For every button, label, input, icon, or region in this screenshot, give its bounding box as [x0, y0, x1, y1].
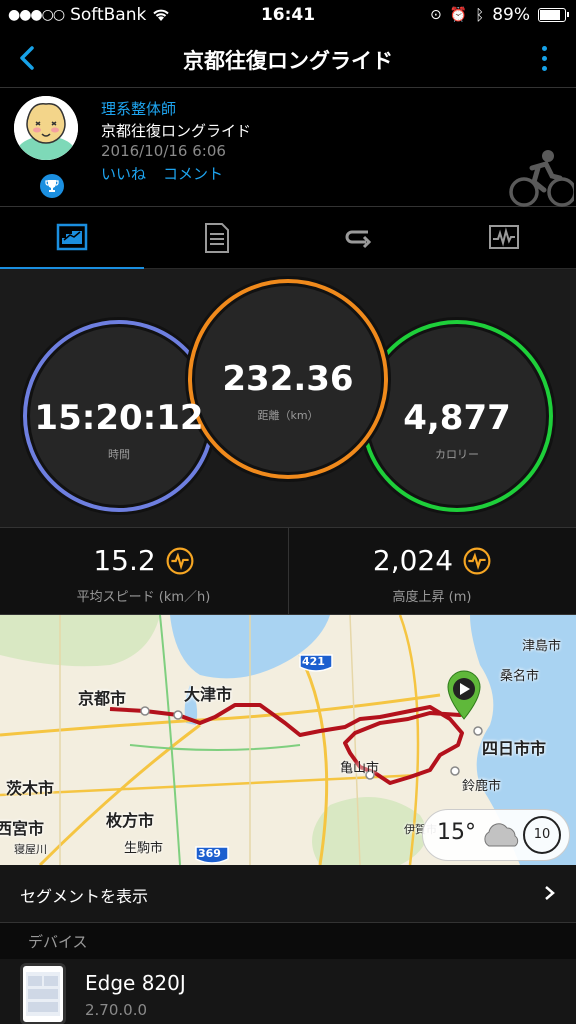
city-label: 枚方市 [106, 811, 155, 830]
insight-icon [166, 547, 194, 574]
chevron-right-icon [545, 886, 555, 900]
stats-row: 15.2 平均スピード (km／h) 2,024 高度上昇 (m) [0, 527, 576, 616]
tab-graphs[interactable] [432, 207, 576, 269]
metrics-panel: 15:20:12 時間 4,877 カロリー 232.36 距離（km） [0, 269, 576, 527]
avatar[interactable] [14, 96, 78, 160]
device-name: Edge 820J [85, 971, 186, 995]
city-label: 西宮市 [0, 819, 45, 838]
status-bar: ●●●○○ SoftBank 16:41 ⊙ ⏰ ᛒ 89% [0, 0, 576, 32]
wind-speed: 10 [523, 816, 561, 854]
cloud-icon [484, 823, 519, 847]
activity-datetime: 2016/10/16 6:06 [101, 142, 226, 160]
weather-widget[interactable]: 15° 10 [422, 809, 570, 861]
cycling-icon [509, 150, 574, 207]
device-image [20, 963, 66, 1024]
activity-header: 理系整体師 京都往復ロングライド 2016/10/16 6:06 いいね コメン… [0, 87, 576, 207]
alarm-icon: ⏰ [449, 7, 468, 23]
city-label: 茨木市 [6, 779, 55, 798]
elevation-value: 2,024 [372, 544, 454, 577]
comment-link[interactable]: コメント [163, 163, 223, 184]
time-value: 15:20:12 [34, 398, 204, 438]
chart-icon [56, 223, 88, 251]
back-button[interactable] [12, 38, 44, 78]
device-row[interactable]: Edge 820J 2.70.0.0 [0, 959, 576, 1024]
city-label: 鈴鹿市 [462, 779, 502, 794]
user-name-link[interactable]: 理系整体師 [101, 98, 176, 119]
chevron-left-icon [20, 46, 34, 70]
nav-bar: 京都往復ロングライド [0, 32, 576, 87]
temperature: 15° [437, 820, 476, 845]
city-label: 亀山市 [340, 761, 380, 776]
road-label: 421 [302, 655, 325, 668]
route-map[interactable]: 421 369 京都市 大津市 亀山市 四日市市 鈴鹿市 津島市 桑名市 茨木市… [0, 615, 576, 865]
avg-speed-value: 15.2 [93, 544, 156, 577]
page-title: 京都往復ロングライド [183, 49, 393, 73]
avg-speed-stat[interactable]: 15.2 平均スピード (km／h) [0, 528, 287, 616]
city-label: 津島市 [522, 639, 562, 654]
activity-tabs [0, 207, 576, 270]
battery-icon [538, 8, 569, 22]
device-version: 2.70.0.0 [85, 1001, 148, 1019]
distance-value: 232.36 [222, 359, 354, 399]
road-label: 369 [198, 847, 221, 860]
elevation-label: 高度上昇 (m) [392, 590, 472, 605]
loop-icon [345, 230, 372, 249]
time-metric: 15:20:12 時間 [25, 322, 213, 510]
distance-metric: 232.36 距離（km） [190, 281, 386, 477]
tab-details[interactable] [144, 207, 288, 269]
elevation-stat[interactable]: 2,024 高度上昇 (m) [288, 528, 575, 616]
device-section-header: デバイス [0, 923, 576, 959]
city-label: 京都市 [78, 689, 127, 708]
distance-label: 距離（km） [257, 409, 319, 422]
city-label: 大津市 [184, 685, 233, 704]
device-section-title: デバイス [28, 933, 88, 951]
city-label: 四日市市 [482, 739, 547, 758]
start-marker-icon [447, 670, 481, 720]
city-label: 寝屋川 [14, 843, 47, 856]
insight-icon [463, 547, 491, 574]
document-icon [205, 223, 229, 253]
city-label: 生駒市 [124, 841, 164, 856]
show-segments-label: セグメントを表示 [20, 887, 149, 906]
avg-speed-label: 平均スピード (km／h) [76, 590, 211, 605]
status-icons: ⊙ ⏰ ᛒ 89% [430, 5, 569, 25]
tab-laps[interactable] [288, 207, 432, 269]
calories-metric: 4,877 カロリー [363, 322, 551, 510]
tab-summary[interactable] [0, 207, 144, 270]
city-label: 桑名市 [500, 669, 540, 684]
calories-value: 4,877 [403, 398, 511, 438]
calories-label: カロリー [435, 448, 479, 461]
bluetooth-icon: ᛒ [475, 6, 485, 24]
time-label: 時間 [108, 448, 130, 461]
more-options-button[interactable] [528, 44, 560, 78]
activity-name: 京都往復ロングライド [101, 122, 252, 140]
rotation-lock-icon: ⊙ [430, 7, 442, 23]
show-segments-row[interactable]: セグメントを表示 [0, 865, 576, 923]
like-link[interactable]: いいね [101, 163, 146, 184]
trophy-icon [40, 174, 64, 198]
battery-percent: 89% [492, 5, 530, 25]
graph-icon [489, 225, 519, 249]
